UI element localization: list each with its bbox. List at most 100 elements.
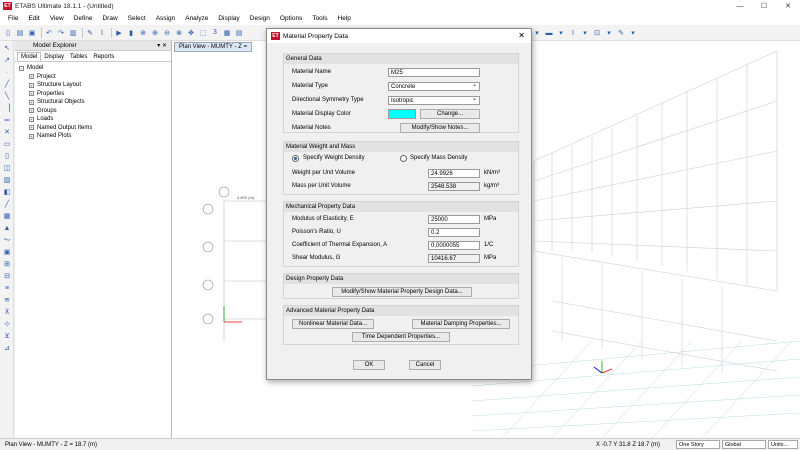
reshape-icon[interactable]: ↗: [2, 55, 12, 65]
pan-icon[interactable]: ✥: [186, 28, 196, 38]
design-data-button[interactable]: Modify/Show Material Property Design Dat…: [332, 287, 472, 297]
tab-display[interactable]: Display: [41, 53, 67, 61]
rubber-band-icon[interactable]: ⬚: [198, 28, 208, 38]
draw-dimension-icon[interactable]: 〜: [2, 235, 12, 245]
tab-reports[interactable]: Reports: [90, 53, 117, 61]
menu-options[interactable]: Options: [275, 15, 307, 22]
tab-model[interactable]: Model: [17, 52, 42, 61]
menu-view[interactable]: View: [45, 15, 69, 22]
panel-pin-close-icon[interactable]: ▾ ✕: [157, 42, 167, 49]
new-file-icon[interactable]: ▯: [3, 28, 13, 38]
draw-joint-icon[interactable]: ·: [2, 67, 12, 77]
draw-grid-icon[interactable]: ▦: [2, 211, 12, 221]
tree-item[interactable]: + Named Output Items: [19, 124, 171, 133]
area-options-icon[interactable]: ⊡: [592, 28, 602, 38]
menu-draw[interactable]: Draw: [97, 15, 122, 22]
snap-lines-icon[interactable]: ⊻: [2, 331, 12, 341]
expand-icon[interactable]: +: [29, 74, 34, 80]
grid-options-icon[interactable]: I: [568, 28, 578, 38]
change-color-button[interactable]: Change...: [420, 109, 480, 119]
draw-tool-dropdown-icon[interactable]: ▾: [628, 28, 638, 38]
similar-story-icon[interactable]: ≋: [2, 295, 12, 305]
draw-cross-icon[interactable]: ✕: [2, 127, 12, 137]
expand-icon[interactable]: +: [29, 108, 34, 114]
expand-icon[interactable]: +: [29, 99, 34, 105]
all-story-icon[interactable]: ≡: [2, 283, 12, 293]
3d-view-icon[interactable]: 3: [210, 28, 220, 38]
story-select[interactable]: One Story: [676, 440, 720, 449]
pointer-icon[interactable]: ↖: [2, 43, 12, 53]
pencil-icon[interactable]: ✎: [85, 28, 95, 38]
undo-icon[interactable]: ↶: [44, 28, 54, 38]
tab-tables[interactable]: Tables: [67, 53, 90, 61]
expand-icon[interactable]: +: [29, 82, 34, 88]
tree-item[interactable]: + Properties: [19, 90, 171, 99]
elevation-icon[interactable]: ▤: [234, 28, 244, 38]
material-name-input[interactable]: M25: [388, 68, 480, 77]
menu-display[interactable]: Display: [213, 15, 244, 22]
link-options-icon[interactable]: ▾: [604, 28, 614, 38]
menu-help[interactable]: Help: [333, 15, 356, 22]
draw-slab-icon[interactable]: ▭: [2, 139, 12, 149]
damping-properties-button[interactable]: Material Damping Properties...: [412, 319, 510, 329]
tree-item[interactable]: + Project: [19, 73, 171, 82]
tree-item[interactable]: + Structure Layout: [19, 81, 171, 90]
draw-wall-icon[interactable]: ▯: [2, 151, 12, 161]
menu-assign[interactable]: Assign: [151, 15, 181, 22]
units-button[interactable]: Units...: [768, 440, 798, 449]
menu-tools[interactable]: Tools: [307, 15, 332, 22]
maximize-icon[interactable]: ☐: [752, 0, 776, 12]
material-type-select[interactable]: Concrete: [388, 81, 480, 91]
tree-item[interactable]: + Groups: [19, 107, 171, 116]
plan-view-icon[interactable]: ▦: [222, 28, 232, 38]
menu-select[interactable]: Select: [123, 15, 151, 22]
zoom-in-icon[interactable]: ⊕: [150, 28, 160, 38]
modify-notes-button[interactable]: Modify/Show Notes...: [400, 123, 480, 133]
draw-tool-icon[interactable]: ✎: [616, 28, 626, 38]
zoom-full-icon[interactable]: ⊗: [174, 28, 184, 38]
redo-icon[interactable]: ↷: [56, 28, 66, 38]
draw-link-icon[interactable]: ◧: [2, 187, 12, 197]
close-icon[interactable]: ✕: [518, 31, 525, 40]
menu-define[interactable]: Define: [69, 15, 98, 22]
draw-opening-icon[interactable]: ◫: [2, 163, 12, 173]
snap-points-icon[interactable]: ⊹: [2, 319, 12, 329]
draw-tendon-icon[interactable]: ╱: [2, 199, 12, 209]
draw-column-icon[interactable]: ▕: [2, 103, 12, 113]
weight-density-radio[interactable]: [292, 155, 299, 162]
poisson-input[interactable]: 0.2: [428, 228, 480, 237]
menu-file[interactable]: File: [3, 15, 23, 22]
weight-per-volume-input[interactable]: 24.9926: [428, 169, 480, 178]
modulus-input[interactable]: 25000: [428, 215, 480, 224]
save-icon[interactable]: ▣: [27, 28, 37, 38]
display-color-swatch[interactable]: [388, 109, 416, 119]
select-all-icon[interactable]: ▣: [2, 247, 12, 257]
menu-edit[interactable]: Edit: [23, 15, 44, 22]
select-previous-icon[interactable]: ⊞: [2, 259, 12, 269]
run-icon[interactable]: ▶: [114, 28, 124, 38]
expand-icon[interactable]: +: [29, 91, 34, 97]
tree-item[interactable]: + Named Plots: [19, 132, 171, 141]
expand-icon[interactable]: +: [29, 133, 34, 139]
draw-brace-icon[interactable]: ╲: [2, 91, 12, 101]
assign-icon[interactable]: ▾: [556, 28, 566, 38]
ok-button[interactable]: OK: [353, 360, 385, 370]
thermal-input[interactable]: 0.0000055: [428, 241, 480, 250]
tree-item[interactable]: + Structural Objects: [19, 98, 171, 107]
zoom-out-icon[interactable]: ⊖: [162, 28, 172, 38]
snap-icon[interactable]: ▾: [532, 28, 542, 38]
draw-icon[interactable]: ⌇: [97, 28, 107, 38]
one-story-icon[interactable]: ⊼: [2, 307, 12, 317]
section-icon[interactable]: ▬: [544, 28, 554, 38]
expand-icon[interactable]: +: [29, 125, 34, 131]
tree-item[interactable]: + Loads: [19, 115, 171, 124]
minimize-icon[interactable]: —: [728, 0, 752, 12]
menu-analyze[interactable]: Analyze: [180, 15, 213, 22]
coord-system-select[interactable]: Global: [722, 440, 766, 449]
mass-density-radio[interactable]: [400, 155, 407, 162]
tree-item-model[interactable]: − Model: [19, 64, 171, 73]
collapse-icon[interactable]: −: [19, 65, 24, 71]
cancel-button[interactable]: Cancel: [409, 360, 441, 370]
snap-ends-icon[interactable]: ⊿: [2, 343, 12, 353]
draw-area-icon[interactable]: ▨: [2, 175, 12, 185]
